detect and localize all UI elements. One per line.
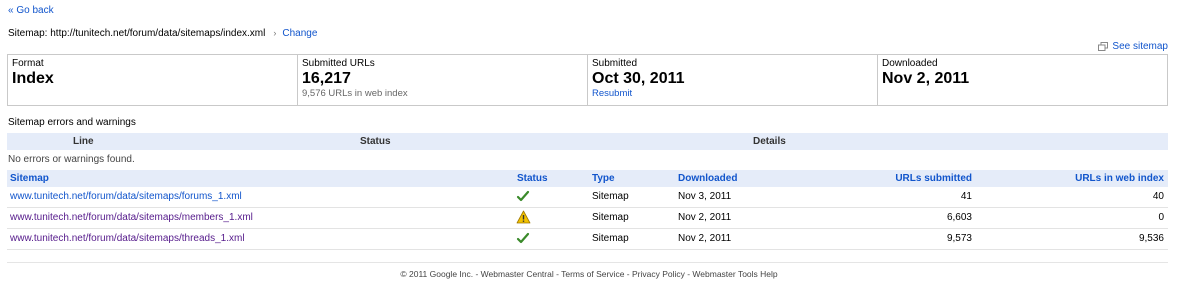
sitemap-path-label: Sitemap: http://tunitech.net/forum/data/… bbox=[8, 28, 266, 39]
see-sitemap-label[interactable]: See sitemap bbox=[1112, 41, 1168, 52]
sitemaps-table: Sitemap Status Type Downloaded URLs subm… bbox=[7, 170, 1168, 250]
resubmit-link[interactable]: Resubmit bbox=[592, 88, 632, 99]
downloaded-cell: Nov 2, 2011 bbox=[678, 233, 732, 244]
format-cell: Format Index bbox=[8, 55, 298, 105]
submitted-urls-cell: Submitted URLs 16,217 9,576 URLs in web … bbox=[298, 55, 588, 105]
urls-in-index-cell: 9,536 bbox=[1138, 233, 1164, 244]
urls-in-index-cell: 40 bbox=[1152, 191, 1164, 202]
check-icon bbox=[516, 190, 530, 202]
no-errors-message: No errors or warnings found. bbox=[8, 154, 135, 165]
footer-divider bbox=[7, 262, 1168, 263]
errors-section-title: Sitemap errors and warnings bbox=[8, 117, 136, 128]
type-column-header[interactable]: Type bbox=[592, 173, 615, 184]
submitted-urls-value: 16,217 bbox=[302, 70, 351, 87]
check-icon bbox=[516, 232, 530, 244]
go-back-link[interactable]: « Go back bbox=[8, 5, 54, 16]
type-cell: Sitemap bbox=[592, 212, 629, 223]
urls-submitted-column-header[interactable]: URLs submitted bbox=[895, 173, 972, 184]
table-row: www.tunitech.net/forum/data/sitemaps/for… bbox=[7, 187, 1168, 208]
footer: © 2011 Google Inc. - Webmaster Central -… bbox=[400, 269, 778, 279]
warning-icon[interactable] bbox=[516, 210, 531, 224]
sitemap-url-link[interactable]: www.tunitech.net/forum/data/sitemaps/for… bbox=[10, 191, 242, 202]
format-label: Format bbox=[12, 58, 44, 69]
sitemap-url-link[interactable]: www.tunitech.net/forum/data/sitemaps/mem… bbox=[10, 212, 253, 223]
details-column-header: Details bbox=[753, 136, 786, 147]
urls-submitted-cell: 41 bbox=[960, 191, 972, 202]
sitemap-path: Sitemap: http://tunitech.net/forum/data/… bbox=[8, 28, 317, 39]
change-link[interactable]: Change bbox=[282, 28, 317, 39]
submitted-label: Submitted bbox=[592, 58, 638, 69]
indexed-urls-note: 9,576 URLs in web index bbox=[302, 88, 408, 99]
type-cell: Sitemap bbox=[592, 233, 629, 244]
urls-in-index-column-header[interactable]: URLs in web index bbox=[1075, 173, 1164, 184]
sitemaps-table-header: Sitemap Status Type Downloaded URLs subm… bbox=[7, 170, 1168, 187]
table-row: www.tunitech.net/forum/data/sitemaps/thr… bbox=[7, 229, 1168, 250]
see-sitemap-link[interactable]: See sitemap bbox=[1098, 41, 1168, 52]
open-window-icon bbox=[1098, 42, 1109, 51]
downloaded-cell: Nov 3, 2011 bbox=[678, 191, 732, 202]
sitemap-column-header[interactable]: Sitemap bbox=[10, 173, 49, 184]
downloaded-date: Nov 2, 2011 bbox=[882, 70, 970, 87]
submitted-cell: Submitted Oct 30, 2011 Resubmit bbox=[588, 55, 878, 105]
format-value: Index bbox=[12, 70, 54, 87]
submitted-urls-label: Submitted URLs bbox=[302, 58, 375, 69]
table-row: www.tunitech.net/forum/data/sitemaps/mem… bbox=[7, 208, 1168, 229]
urls-submitted-cell: 9,573 bbox=[946, 233, 972, 244]
submitted-date: Oct 30, 2011 bbox=[592, 70, 685, 87]
downloaded-cell: Nov 2, 2011 bbox=[678, 212, 732, 223]
sitemap-url-link[interactable]: www.tunitech.net/forum/data/sitemaps/thr… bbox=[10, 233, 245, 244]
urls-in-index-cell: 0 bbox=[1158, 212, 1164, 223]
chevron-right-icon: › bbox=[273, 28, 277, 38]
downloaded-cell: Downloaded Nov 2, 2011 bbox=[878, 55, 1167, 105]
status-column-header[interactable]: Status bbox=[517, 173, 548, 184]
status-column-header: Status bbox=[360, 136, 391, 147]
summary-box: Format Index Submitted URLs 16,217 9,576… bbox=[7, 54, 1168, 106]
downloaded-column-header[interactable]: Downloaded bbox=[678, 173, 737, 184]
type-cell: Sitemap bbox=[592, 191, 629, 202]
errors-table-header: Line Status Details bbox=[7, 133, 1168, 150]
line-column-header: Line bbox=[73, 136, 94, 147]
urls-submitted-cell: 6,603 bbox=[946, 212, 972, 223]
downloaded-label: Downloaded bbox=[882, 58, 938, 69]
